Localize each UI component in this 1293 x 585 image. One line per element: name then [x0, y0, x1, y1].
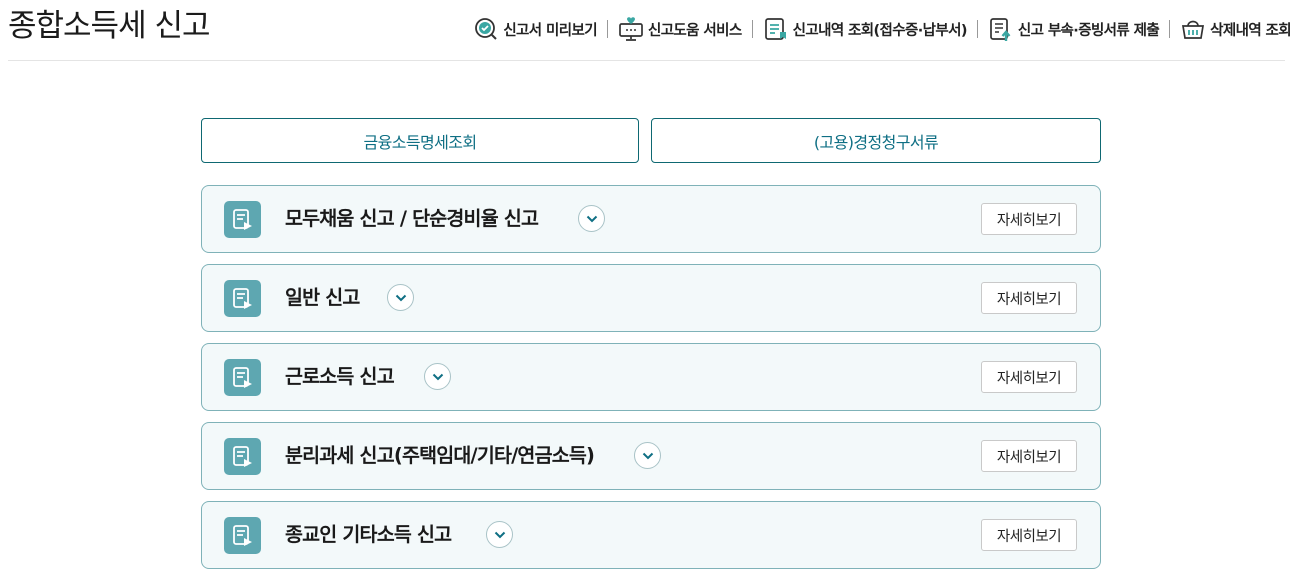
help-monitor-icon: [619, 17, 643, 41]
nav-preview-label: 신고서 미리보기: [503, 22, 597, 39]
chevron-down-icon[interactable]: [634, 442, 661, 469]
detail-button[interactable]: 자세히보기: [981, 282, 1077, 314]
chevron-down-icon[interactable]: [424, 363, 451, 390]
chevron-down-icon[interactable]: [486, 521, 513, 548]
section-title: 근로소득 신고: [285, 365, 395, 388]
section-religious-income-filing[interactable]: 종교인 기타소득 신고 자세히보기: [201, 501, 1101, 569]
section-title: 종교인 기타소득 신고: [285, 523, 452, 546]
document-upload-icon: [990, 18, 1011, 41]
nav-divider: [976, 20, 978, 38]
nav-divider: [1169, 20, 1171, 38]
section-simple-filing[interactable]: 모두채움 신고 / 단순경비율 신고 자세히보기: [201, 185, 1101, 253]
section-title: 일반 신고: [285, 286, 360, 309]
detail-button[interactable]: 자세히보기: [981, 519, 1077, 551]
top-nav: 신고서 미리보기 신고도움 서비스 신고내역 조회(접수증·납부서) 신고 부속…: [473, 14, 1292, 44]
document-list-icon: [764, 18, 786, 40]
page-title: 종합소득세 신고: [8, 8, 210, 44]
nav-deleted-history-label: 삭제내역 조회: [1210, 22, 1291, 39]
section-separate-taxation-filing[interactable]: 분리과세 신고(주택임대/기타/연금소득) 자세히보기: [201, 422, 1101, 490]
chevron-down-icon[interactable]: [387, 284, 414, 311]
section-title: 분리과세 신고(주택임대/기타/연금소득): [285, 444, 595, 467]
quick-links: 금융소득명세조회 (고용)경정청구서류: [201, 118, 1101, 163]
employment-correction-claim-button[interactable]: (고용)경정청구서류: [651, 118, 1101, 163]
section-earned-income-filing[interactable]: 근로소득 신고 자세히보기: [201, 343, 1101, 411]
detail-button[interactable]: 자세히보기: [981, 203, 1077, 235]
section-general-filing[interactable]: 일반 신고 자세히보기: [201, 264, 1101, 332]
nav-help-service[interactable]: 신고도움 서비스: [618, 16, 742, 42]
chevron-down-icon[interactable]: [578, 205, 605, 232]
financial-income-lookup-button[interactable]: 금융소득명세조회: [201, 118, 639, 163]
document-edit-icon: [224, 201, 261, 238]
detail-button[interactable]: 자세히보기: [981, 361, 1077, 393]
nav-history-label: 신고내역 조회(접수증·납부서): [792, 22, 968, 39]
detail-button[interactable]: 자세히보기: [981, 440, 1077, 472]
nav-submit-docs[interactable]: 신고 부속·증빙서류 제출: [988, 16, 1160, 42]
basket-icon: [1182, 20, 1205, 39]
nav-deleted-history[interactable]: 삭제내역 조회: [1180, 16, 1292, 42]
document-edit-icon: [224, 280, 261, 317]
document-edit-icon: [224, 517, 261, 554]
header-divider: [8, 60, 1285, 61]
document-edit-icon: [224, 438, 261, 475]
nav-submit-docs-label: 신고 부속·증빙서류 제출: [1017, 22, 1160, 39]
nav-help-service-label: 신고도움 서비스: [647, 22, 742, 39]
nav-divider: [751, 20, 753, 38]
nav-history[interactable]: 신고내역 조회(접수증·납부서): [763, 16, 967, 42]
section-title: 모두채움 신고 / 단순경비율 신고: [285, 207, 539, 230]
preview-check-icon: [475, 18, 498, 40]
nav-preview[interactable]: 신고서 미리보기: [473, 16, 598, 42]
nav-divider: [606, 20, 608, 38]
document-edit-icon: [224, 359, 261, 396]
